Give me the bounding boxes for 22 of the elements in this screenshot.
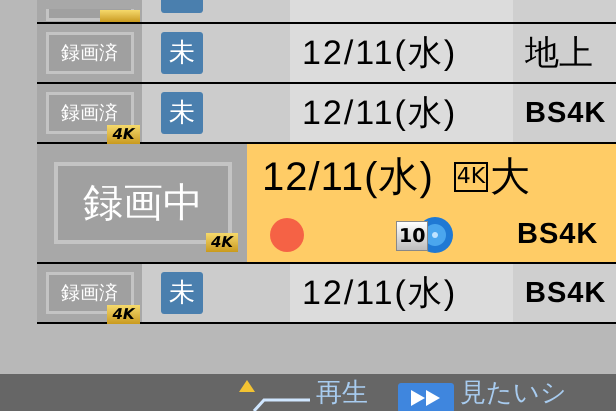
resolution-badge — [100, 10, 140, 22]
channel-text: BS4K — [525, 278, 606, 308]
date-text: 12/11(水) — [302, 36, 458, 70]
unwatched-badge — [161, 0, 203, 13]
channel-text: BS4K — [525, 98, 606, 128]
unwatched-badge: 未 — [161, 272, 203, 314]
resolution-badge: 4K — [107, 125, 140, 144]
status-label: 録画済 — [46, 32, 134, 74]
resolution-badge: 4K — [107, 305, 140, 324]
channel-text: 地上 — [525, 36, 593, 70]
channel-text: BS4K — [517, 218, 598, 250]
date-text: 12/11(水) — [302, 96, 458, 130]
fast-forward-icon[interactable] — [398, 383, 454, 411]
date-text: 12/11(水) — [302, 276, 458, 310]
feature-label: 見たいシ — [460, 378, 567, 408]
title-mark: 4K — [454, 162, 488, 192]
unwatched-badge: 未 — [161, 32, 203, 74]
play-label: 再生 — [316, 378, 368, 408]
date-text: 12/11(水) — [262, 157, 434, 197]
unwatched-badge: 未 — [161, 92, 203, 134]
resolution-badge: 4K — [206, 233, 238, 252]
program-title: 大 — [490, 157, 530, 197]
